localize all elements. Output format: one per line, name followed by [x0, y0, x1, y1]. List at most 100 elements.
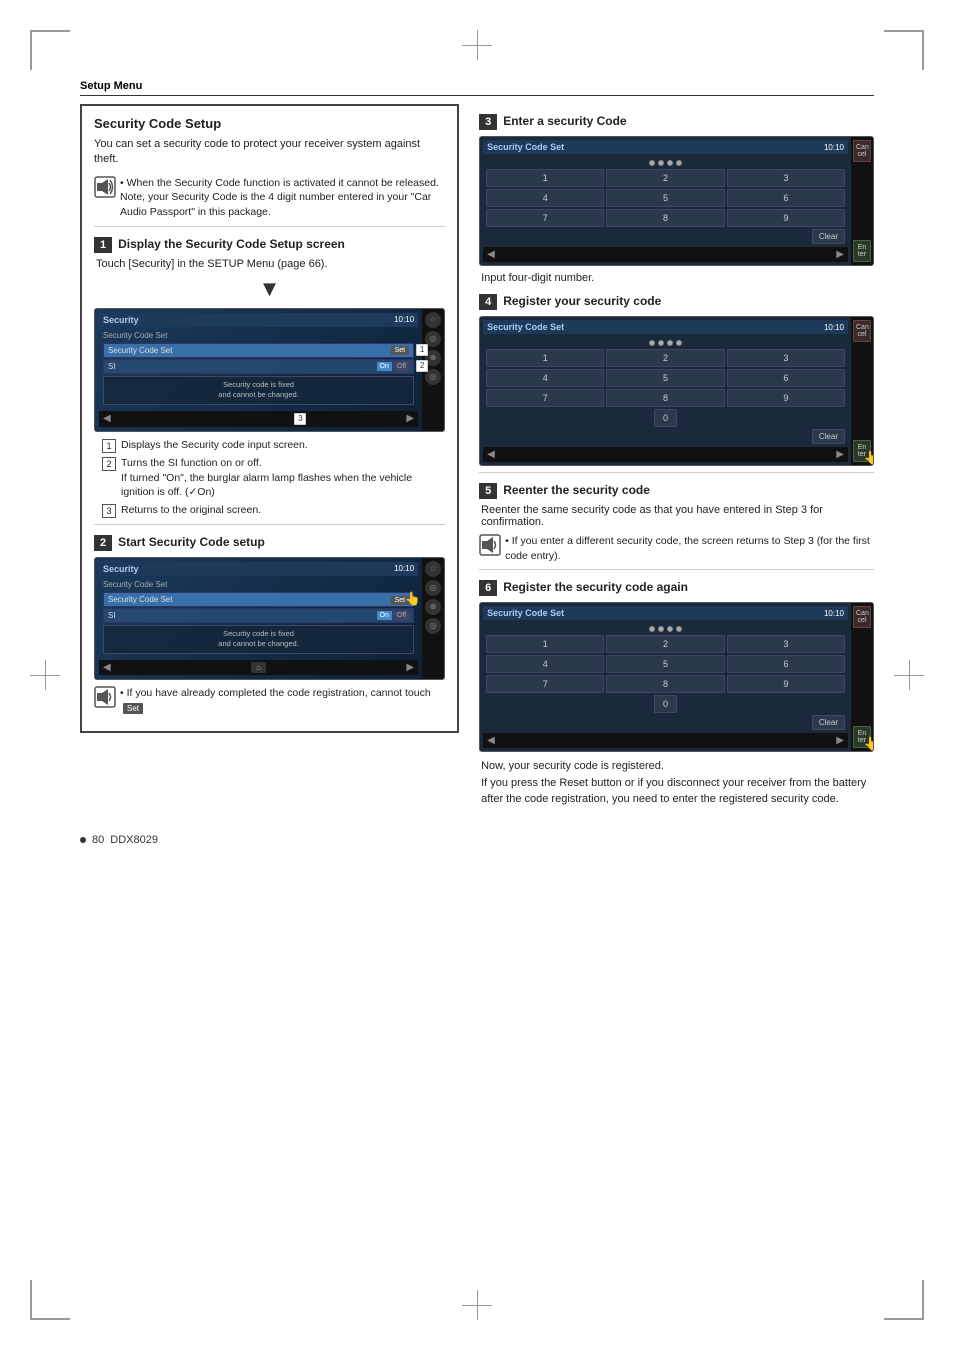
key-3-5[interactable]: 5 — [606, 655, 724, 673]
page-content: Setup Menu Security Code Setup You can s… — [80, 80, 874, 1270]
zero-btn-3[interactable]: 0 — [654, 695, 677, 713]
reg-mark-tl — [30, 30, 70, 70]
zero-btn-2[interactable]: 0 — [654, 409, 677, 427]
enter-btn-2[interactable]: Enter 👆 — [853, 440, 871, 462]
on-btn-2[interactable]: On — [377, 611, 392, 620]
keypad-title-3: Security Code Set — [487, 608, 564, 618]
key-2-7[interactable]: 7 — [486, 389, 604, 407]
step2-header: 2 Start Security Code setup — [94, 535, 445, 551]
nav-arrow-right-2: ▶ — [406, 662, 414, 673]
keypad-main-2: Security Code Set 10:10 1 — [480, 317, 851, 465]
dot-2b — [658, 340, 664, 346]
keypad-sidebar-2: Cancel Enter 👆 — [851, 317, 873, 465]
step3-number: 3 — [479, 114, 497, 130]
key-2-4[interactable]: 4 — [486, 369, 604, 387]
clear-btn-2[interactable]: Clear — [812, 429, 845, 444]
key-2-2[interactable]: 2 — [606, 349, 724, 367]
left-column: Security Code Setup You can set a securi… — [80, 104, 459, 814]
keypad-nav-right-1: ▶ — [836, 249, 844, 260]
key-2-3[interactable]: 3 — [727, 349, 845, 367]
speaker-icon — [94, 176, 116, 198]
step4-title: Register your security code — [503, 294, 661, 308]
key-2-5[interactable]: 5 — [606, 369, 724, 387]
keypad-grid-1: 1 2 3 4 5 6 7 8 9 — [486, 169, 845, 227]
zero-row-2: 0 — [486, 409, 845, 427]
divider-4 — [479, 569, 874, 570]
key-3-8[interactable]: 8 — [606, 675, 724, 693]
key-3-3[interactable]: 3 — [727, 635, 845, 653]
key-8[interactable]: 8 — [606, 209, 724, 227]
page-label: DDX8029 — [110, 834, 158, 846]
key-3-9[interactable]: 9 — [727, 675, 845, 693]
off-btn[interactable]: Off — [394, 362, 409, 371]
dot-2c — [667, 340, 673, 346]
callout-item-2: 2 Turns the SI function on or off.If tur… — [102, 456, 445, 500]
dot-2d — [676, 340, 682, 346]
key-3-1[interactable]: 1 — [486, 635, 604, 653]
keypad-inner-1: Security Code Set 10:10 1 — [480, 137, 873, 265]
screen-item-1: Security Code Set Set — [103, 343, 414, 358]
keypad-grid-2: 1 2 3 4 5 6 7 8 9 — [486, 349, 845, 407]
screen-bottom-1: ◀ 3 ▶ — [99, 411, 418, 427]
key-1[interactable]: 1 — [486, 169, 604, 187]
dot-3c — [667, 626, 673, 632]
step4-number: 4 — [479, 294, 497, 310]
reg-mark-br — [884, 1280, 924, 1320]
box-title: Security Code Setup — [94, 116, 445, 131]
crosshair-top — [462, 30, 492, 60]
key-6[interactable]: 6 — [727, 189, 845, 207]
off-btn-2[interactable]: Off — [394, 611, 409, 620]
sidebar-icon-2c: ⊕ — [425, 599, 441, 615]
keypad-bottom-3: ◀ ▶ — [483, 733, 848, 748]
screen-body-2: Security Code Set Security Code Set Set … — [99, 576, 418, 660]
key-3-7[interactable]: 7 — [486, 675, 604, 693]
icon-note-1: • When the Security Code function is act… — [94, 176, 445, 220]
touch-hand-3: 👆 — [864, 736, 874, 752]
key-4[interactable]: 4 — [486, 189, 604, 207]
enter-btn-3[interactable]: Enter 👆 — [853, 726, 871, 748]
key-3-2[interactable]: 2 — [606, 635, 724, 653]
clear-btn-1[interactable]: Clear — [812, 229, 845, 244]
dots-row-2 — [486, 340, 845, 346]
key-2-1[interactable]: 1 — [486, 349, 604, 367]
keypad-inner-3: Security Code Set 10:10 1 — [480, 603, 873, 751]
step1-desc: Touch [Security] in the SETUP Menu (page… — [94, 258, 445, 270]
section-header-text: Setup Menu — [80, 80, 142, 92]
key-2-9[interactable]: 9 — [727, 389, 845, 407]
keypad-nav-right-3: ▶ — [836, 735, 844, 746]
key-7[interactable]: 7 — [486, 209, 604, 227]
dot-2 — [658, 160, 664, 166]
key-3[interactable]: 3 — [727, 169, 845, 187]
screen-titlebar-2: Security 10:10 — [99, 562, 418, 576]
key-5[interactable]: 5 — [606, 189, 724, 207]
set-button[interactable]: Set — [391, 346, 410, 355]
cancel-btn-1[interactable]: Cancel — [853, 140, 871, 162]
key-2-8[interactable]: 8 — [606, 389, 724, 407]
keypad-screen-3: Security Code Set 10:10 1 — [479, 602, 874, 752]
note-text-1: • When the Security Code function is act… — [120, 176, 445, 220]
callout-text-1: Displays the Security code input screen. — [121, 438, 308, 453]
on-btn[interactable]: On — [377, 362, 392, 371]
keypad-titlebar-3: Security Code Set 10:10 — [483, 606, 848, 620]
step4-header: 4 Register your security code — [479, 294, 874, 310]
key-9[interactable]: 9 — [727, 209, 845, 227]
step6-desc-text: Now, your security code is registered.If… — [481, 760, 866, 805]
key-3-4[interactable]: 4 — [486, 655, 604, 673]
dot-2a — [649, 340, 655, 346]
home-btn-2[interactable]: ⌂ — [251, 662, 266, 673]
callout-text-2: Turns the SI function on or off.If turne… — [121, 456, 445, 500]
enter-btn-1[interactable]: Enter — [853, 240, 871, 262]
clear-btn-3[interactable]: Clear — [812, 715, 845, 730]
cancel-btn-3[interactable]: Cancel — [853, 606, 871, 628]
key-2[interactable]: 2 — [606, 169, 724, 187]
step6-desc: Now, your security code is registered.If… — [479, 758, 874, 808]
key-2-6[interactable]: 6 — [727, 369, 845, 387]
dot-1 — [649, 160, 655, 166]
cancel-btn-2[interactable]: Cancel — [853, 320, 871, 342]
note-content: When the Security Code function is activ… — [127, 177, 439, 189]
set-btn-wrapper: Set 👆 — [391, 595, 410, 604]
key-3-6[interactable]: 6 — [727, 655, 845, 673]
keypad-nav-left-1: ◀ — [487, 249, 495, 260]
keypad-time-3: 10:10 — [824, 609, 844, 618]
keypad-grid-3: 1 2 3 4 5 6 7 8 9 — [486, 635, 845, 693]
